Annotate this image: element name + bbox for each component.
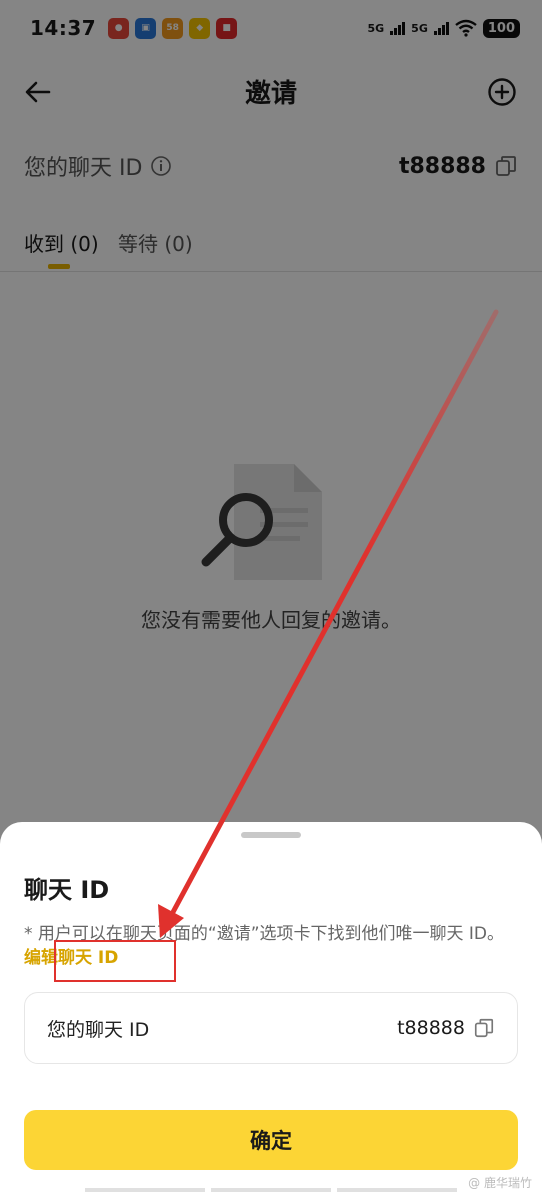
sheet-title: 聊天 ID <box>24 876 110 904</box>
chat-id-card: 您的聊天 ID t88888 <box>24 992 518 1064</box>
copy-icon[interactable] <box>473 1017 495 1039</box>
chat-id-bottom-sheet: 聊天 ID * 用户可以在聊天页面的“邀请”选项卡下找到他们唯一聊天 ID。编辑… <box>0 822 542 1200</box>
sheet-drag-handle[interactable] <box>241 832 301 838</box>
annotation-highlight-box <box>54 940 176 982</box>
confirm-button[interactable]: 确定 <box>24 1110 518 1170</box>
card-value: t88888 <box>397 1017 465 1039</box>
home-indicator <box>0 1188 542 1194</box>
card-label: 您的聊天 ID <box>47 1018 150 1041</box>
